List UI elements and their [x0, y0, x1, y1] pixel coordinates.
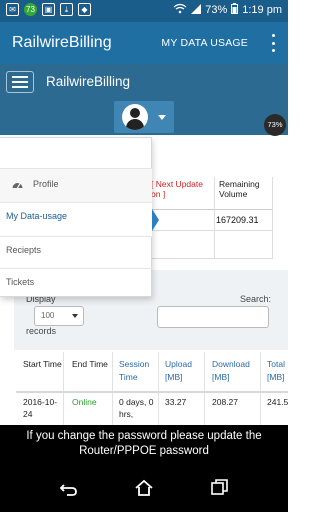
wifi-icon [173, 3, 187, 17]
page-size-value: 100 [41, 311, 55, 320]
summary-table-header: [ Next Update on ] Remaining Volume [148, 177, 273, 209]
usage-table: Start Time End Time Session Time Upload … [16, 352, 288, 425]
avatar-icon [122, 104, 148, 130]
cell-upload: 33.27 [165, 397, 187, 407]
download-icon: ⤓ [60, 3, 73, 16]
records-label: records [26, 326, 57, 336]
column-header-upload[interactable]: Upload [MB] [165, 358, 203, 384]
cell-start-time: 2016-10-24 [23, 397, 58, 419]
dashboard-icon [12, 180, 23, 189]
active-indicator-icon [152, 209, 159, 231]
overflow-menu-icon[interactable] [268, 34, 278, 52]
cell-session-time: 0 days, 0 hrs, [119, 397, 154, 419]
status-bar: ✉ 73 ▣ ⤓ ◆ 73% 1:19 pm [0, 0, 288, 22]
usage-percent-badge: 73% [264, 114, 286, 136]
menu-item-label: Profile [33, 179, 59, 189]
clock: 1:19 pm [242, 4, 282, 16]
menu-item-receipts[interactable]: Reciepts [0, 236, 152, 268]
menu-item-tickets[interactable]: Tickets [0, 268, 152, 298]
user-menu-button[interactable] [114, 101, 174, 133]
signal-icon [191, 3, 202, 17]
page-size-select[interactable]: 100 [34, 306, 84, 326]
home-icon[interactable] [133, 477, 155, 499]
menu-item-my-data-usage[interactable]: My Data-usage [0, 202, 159, 236]
app-title: RailwireBilling [12, 34, 112, 51]
cell-total: 241.5 [267, 397, 288, 407]
web-navbar: RailwireBilling [0, 64, 288, 101]
menu-item-label: Tickets [6, 277, 35, 287]
back-icon[interactable] [58, 477, 80, 499]
menu-item-profile[interactable]: Profile [0, 168, 152, 202]
caret-down-icon [158, 115, 166, 120]
menu-item-label: Reciepts [6, 245, 42, 255]
summary-table-row: 167209.31 [148, 209, 273, 231]
cell-end-time-online: Online [72, 397, 97, 407]
battery-percent: 73% [205, 4, 228, 16]
app-bar: RailwireBilling MY DATA USAGE [0, 22, 288, 64]
app-icon: ◆ [78, 3, 91, 16]
search-label: Search: [240, 294, 272, 304]
recent-apps-icon[interactable] [208, 477, 230, 499]
system-navigation-bar [0, 465, 288, 512]
table-divider [214, 209, 215, 231]
remaining-volume-header: Remaining Volume [214, 177, 273, 209]
column-header-start-time[interactable]: Start Time [23, 358, 63, 371]
column-header-session-time[interactable]: Session Time [119, 358, 157, 384]
user-dropdown-menu: Profile My Data-usage Reciepts Tickets [0, 137, 159, 298]
next-update-header: [ Next Update on ] [151, 179, 203, 199]
notification-count-badge: 73 [24, 3, 37, 16]
chevron-down-icon [72, 314, 78, 318]
navbar-brand[interactable]: RailwireBilling [46, 74, 130, 89]
column-header-end-time[interactable]: End Time [72, 358, 112, 371]
toast-message: If you change the password please update… [0, 425, 288, 465]
battery-icon [231, 3, 239, 17]
column-header-download[interactable]: Download [MB] [212, 358, 260, 384]
search-input[interactable] [157, 306, 269, 328]
menu-item-label: My Data-usage [6, 211, 68, 221]
my-data-usage-menu-button[interactable]: MY DATA USAGE [161, 37, 248, 49]
table-divider [272, 177, 273, 259]
cell-download: 208.27 [212, 397, 238, 407]
column-header-total[interactable]: Total [MB] [267, 358, 288, 384]
summary-table-row-empty [148, 231, 273, 259]
remaining-volume-value: 167209.31 [216, 215, 259, 225]
image-icon: ▣ [42, 3, 55, 16]
hamburger-menu-icon[interactable] [6, 71, 34, 93]
mail-icon: ✉ [6, 3, 19, 16]
